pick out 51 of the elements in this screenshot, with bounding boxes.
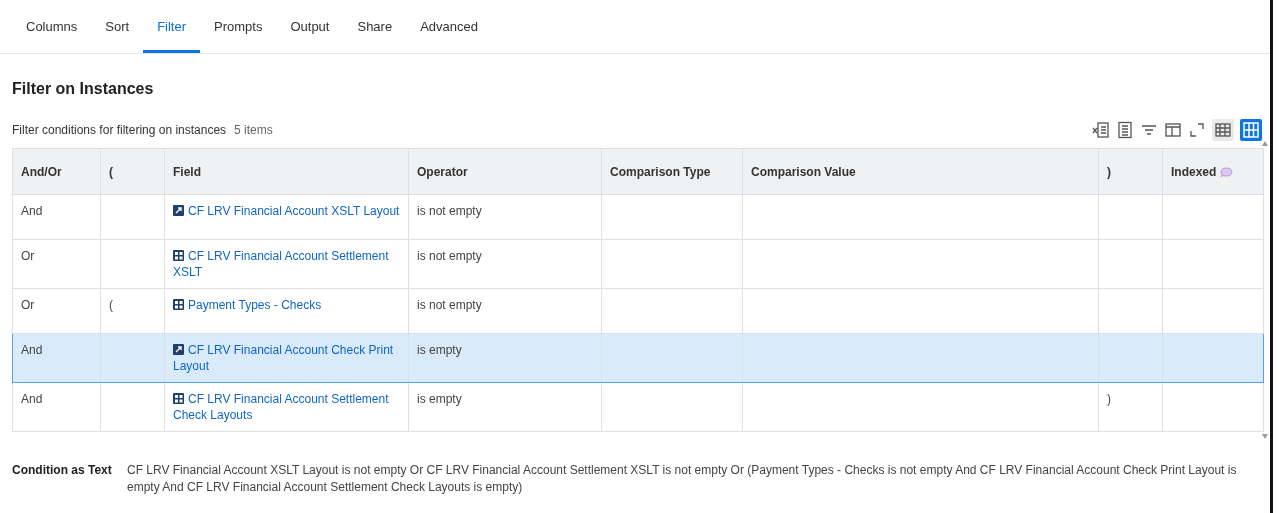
table-row[interactable]: Or CF LRV Financial Account Settlement XSLT is not empty — [12, 239, 1264, 289]
section-title: Filter on Instances — [12, 80, 155, 98]
column-layout-icon[interactable] — [1164, 121, 1182, 139]
multi-instance-icon — [173, 299, 184, 310]
multi-instance-icon — [173, 393, 184, 404]
tab[interactable]: Prompts — [200, 0, 277, 53]
tab[interactable]: Filter — [143, 0, 201, 53]
column-header: Field — [164, 148, 409, 195]
table-cell: ( — [100, 288, 165, 334]
grid-view-button[interactable] — [1240, 119, 1262, 141]
table-cell: is empty — [408, 333, 602, 383]
column-header: Comparison Type — [601, 148, 743, 195]
table-cell: is not empty — [408, 239, 602, 289]
item-count: 5 items — [234, 123, 273, 137]
tab[interactable]: Sort — [91, 0, 144, 53]
grid-caption: Filter conditions for filtering on instances — [12, 123, 227, 137]
table-cell: Or — [12, 239, 101, 289]
table-icon — [1214, 121, 1232, 139]
condition-label: Condition as Text — [12, 462, 113, 479]
expand-icon[interactable] — [1188, 121, 1206, 139]
table-cell: is not empty — [408, 288, 602, 334]
grid-icon — [1242, 121, 1260, 139]
tab[interactable]: Output — [276, 0, 344, 53]
tab[interactable]: Advanced — [406, 0, 492, 53]
single-instance-icon — [173, 344, 184, 355]
column-header: And/Or — [12, 148, 101, 195]
tab[interactable]: Share — [343, 0, 407, 53]
table-row[interactable]: And CF LRV Financial Account XSLT Layout is not empty — [12, 194, 1264, 240]
document-icon[interactable] — [1116, 121, 1134, 139]
table-cell: Or — [12, 288, 101, 334]
multi-instance-icon — [173, 250, 184, 261]
table-cell: And — [12, 382, 101, 432]
column-header: Operator — [408, 148, 602, 195]
single-instance-icon — [173, 205, 184, 216]
table-row[interactable]: And CF LRV Financial Account Check Print Layout is empty — [12, 333, 1264, 383]
table-row[interactable]: Or ( Payment Types - Checks is not empty — [12, 288, 1264, 334]
table-cell: And — [12, 194, 101, 240]
table-cell: is empty — [408, 382, 602, 432]
column-header: ( — [100, 148, 165, 195]
column-header: Indexed — [1162, 148, 1264, 195]
tab[interactable]: Columns — [12, 0, 92, 53]
table-view-button[interactable] — [1212, 119, 1234, 141]
column-header: Comparison Value — [742, 148, 1099, 195]
condition-text: CF LRV Financial Account XSLT Layout is not empty Or CF LRV Financial Account Settlement XSLT is not empty Or (Payment Types - Checks is not empty And CF LRV Financial Account Check Print Layout is empty And CF LRV Financial Account Settlement Check Layouts is empty) — [127, 462, 1238, 496]
table-row[interactable]: And CF LRV Financial Account Settlement Check Layouts is empty ) — [12, 382, 1264, 432]
column-header: ) — [1098, 148, 1163, 195]
table-cell: ) — [1098, 382, 1163, 432]
comment-icon — [1220, 166, 1234, 177]
table-cell: is not empty — [408, 194, 602, 240]
table-cell: And — [12, 333, 101, 383]
export-excel-icon[interactable] — [1092, 121, 1110, 139]
